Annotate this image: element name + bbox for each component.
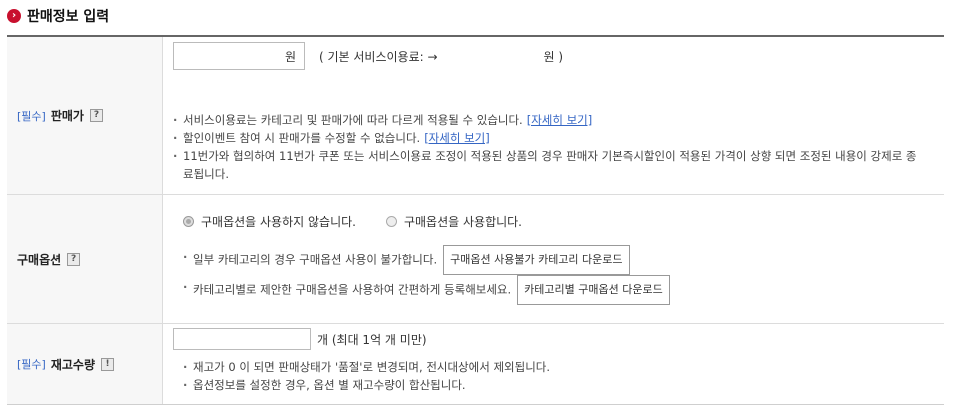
radio-no-options[interactable] [183,216,194,227]
fee-unit: 원 ) [543,50,564,64]
price-input[interactable]: 원 [173,42,305,70]
list-item: 옵션정보를 설정한 경우, 옵션 별 재고수량이 합산됩니다. [183,376,550,394]
stock-row: [필수] 재고수량 ! 개 (최대 1억 개 미만) 재고가 0 이 되면 판매… [7,324,944,404]
download-unavailable-categories-button[interactable]: 구매옵션 사용불가 카테고리 다운로드 [443,245,630,275]
list-item: 일부 카테고리의 경우 구매옵션 사용이 불가합니다.구매옵션 사용불가 카테고… [183,245,670,275]
list-item: 재고가 0 이 되면 판매상태가 '품절'로 변경되며, 전시대상에서 제외됩니… [183,358,550,376]
price-label: 판매가 [50,109,84,123]
price-row: [필수] 판매가 ? 원 ( 기본 서비스이용료: → 원 ) 서비스이용료는 카… [7,37,944,195]
options-notes: 일부 카테고리의 경우 구매옵션 사용이 불가합니다.구매옵션 사용불가 카테고… [183,245,670,305]
radio-no-options-label[interactable]: 구매옵션을 사용하지 않습니다. [201,213,356,230]
chevron-right-icon: › [7,9,21,23]
stock-label: 재고수량 [50,357,95,372]
stock-label-cell: [필수] 재고수량 ! [7,324,163,404]
options-row: 구매옵션 ? 구매옵션을 사용하지 않습니다. 구매옵션을 사용합니다. 일부 … [7,195,944,324]
required-tag: [필수] [17,358,46,371]
options-label: 구매옵션 [17,252,62,267]
radio-use-options-label[interactable]: 구매옵션을 사용합니다. [404,213,522,230]
download-category-options-button[interactable]: 카테고리별 구매옵션 다운로드 [517,275,670,305]
info-icon[interactable]: ! [101,357,114,371]
stock-value-cell: 개 (최대 1억 개 미만) 재고가 0 이 되면 판매상태가 '품절'로 변경… [163,324,944,404]
stock-notes: 재고가 0 이 되면 판매상태가 '품절'로 변경되며, 전시대상에서 제외됩니… [183,358,550,394]
list-item: 서비스이용료는 카테고리 및 판매가에 따라 다르게 적용될 수 있습니다.[자… [173,111,918,129]
required-tag: [필수] [17,109,46,123]
help-icon[interactable]: ? [67,252,81,266]
price-notes: 서비스이용료는 카테고리 및 판매가에 따라 다르게 적용될 수 있습니다.[자… [173,111,918,183]
options-label-cell: 구매옵션 ? [7,195,163,323]
list-item: 11번가와 협의하여 11번가 쿠폰 또는 서비스이용료 조정이 적용된 상품의… [173,147,918,183]
section-title: 판매정보 입력 [27,9,110,25]
radio-use-options[interactable] [385,216,397,227]
fee-prefix: ( 기본 서비스이용료: → [319,50,438,64]
section-header: › 판매정보 입력 [7,6,109,26]
help-icon[interactable]: ? [89,109,103,122]
list-item: 카테고리별로 제안한 구매옵션을 사용하여 간편하게 등록해보세요.카테고리별 … [183,275,670,305]
details-link[interactable]: [자세히 보기] [424,131,490,145]
options-radio-group: 구매옵션을 사용하지 않습니다. 구매옵션을 사용합니다. [183,213,552,230]
list-item: 할인이벤트 참여 시 판매가를 수정할 수 없습니다.[자세히 보기] [173,129,918,147]
options-value-cell: 구매옵션을 사용하지 않습니다. 구매옵션을 사용합니다. 일부 카테고리의 경… [163,195,944,323]
price-unit: 원 [284,49,296,64]
service-fee-note: ( 기본 서비스이용료: → 원 ) [319,48,563,65]
stock-unit-note: 개 (최대 1억 개 미만) [317,333,427,347]
sales-info-form: [필수] 판매가 ? 원 ( 기본 서비스이용료: → 원 ) 서비스이용료는 카… [7,35,944,405]
stock-quantity-input[interactable] [173,328,311,350]
price-value-cell: 원 ( 기본 서비스이용료: → 원 ) 서비스이용료는 카테고리 및 판매가에 … [163,37,944,194]
price-label-cell: [필수] 판매가 ? [7,37,163,194]
details-link[interactable]: [자세히 보기] [527,113,593,127]
